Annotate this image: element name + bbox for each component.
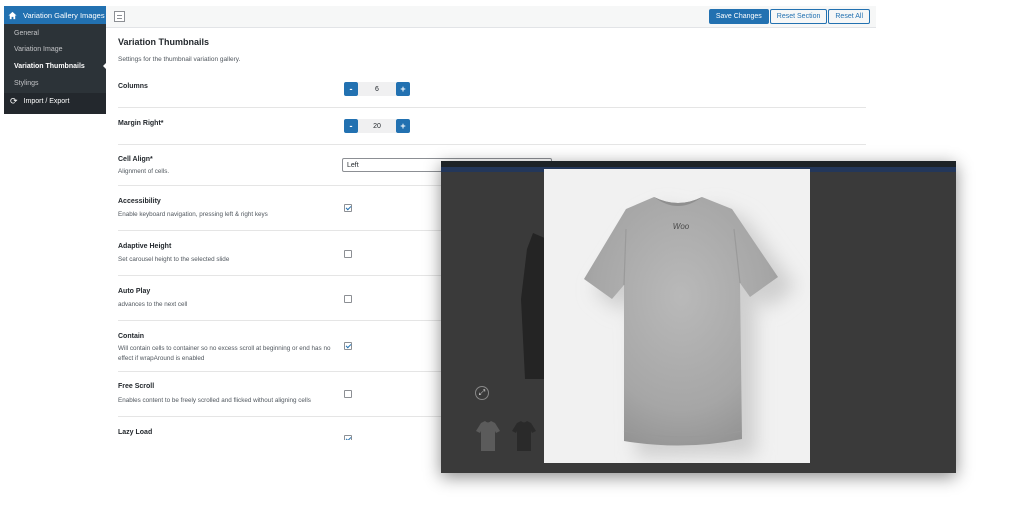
setting-label: Cell Align* (118, 156, 153, 163)
accessibility-checkbox[interactable] (344, 204, 352, 212)
setting-description: Enable keyboard navigation, pressing lef… (118, 211, 268, 218)
top-toolbar: Save Changes Reset Section Reset All (106, 6, 876, 28)
setting-label: Contain (118, 333, 145, 340)
setting-label: Margin Right* (118, 120, 164, 127)
page-title: Variation Thumbnails (118, 37, 210, 47)
gallery-preview-lightbox: ⤢ Woo (441, 161, 956, 473)
setting-label: Lazy Load (118, 429, 153, 436)
background-product-image (521, 233, 547, 379)
reset-section-button[interactable]: Reset Section (769, 9, 828, 24)
increment-button[interactable]: + (396, 82, 410, 96)
setting-description: Enables content to be freely scrolled an… (118, 397, 311, 404)
sidebar: Variation Gallery Images General Variati… (4, 6, 107, 440)
contain-checkbox[interactable] (344, 342, 352, 350)
expand-icon[interactable]: ⤢ (475, 386, 489, 400)
reset-all-button[interactable]: Reset All (828, 9, 870, 24)
sidebar-item-label: Variation Thumbnails (14, 62, 85, 70)
setting-label: Auto Play (118, 288, 151, 295)
tshirt-image: Woo (584, 197, 796, 457)
setting-description: Set carousel height to the selected slid… (118, 256, 230, 263)
refresh-icon: ⟳ (10, 96, 18, 107)
auto-play-checkbox[interactable] (344, 295, 352, 303)
setting-label: Adaptive Height (118, 243, 172, 250)
increment-button[interactable]: + (396, 119, 410, 133)
sidebar-item-general[interactable]: General (4, 25, 106, 42)
columns-value[interactable]: 6 (358, 82, 396, 96)
sidebar-item-label: General (14, 29, 39, 37)
page-description: Settings for the thumbnail variation gal… (118, 56, 241, 63)
adaptive-height-checkbox[interactable] (344, 250, 352, 258)
setting-description: Will contain cells to container so no ex… (118, 345, 331, 362)
setting-label: Columns (118, 83, 148, 90)
setting-label: Free Scroll (118, 383, 155, 390)
margin-right-stepper: - 20 + (344, 119, 410, 133)
sidebar-menu: Variation Gallery Images General Variati… (4, 6, 107, 114)
columns-stepper: - 6 + (344, 82, 410, 96)
toolbar-buttons: Save Changes Reset Section Reset All (708, 9, 870, 24)
margin-right-value[interactable]: 20 (358, 119, 396, 133)
setting-label: Accessibility (118, 198, 161, 205)
setting-description: Alignment of cells. (118, 168, 170, 175)
decrement-button[interactable]: - (344, 82, 358, 96)
home-icon (8, 11, 17, 19)
product-image[interactable]: Woo (544, 169, 810, 463)
gallery-thumbnails (475, 419, 537, 453)
shirt-logo: Woo (673, 222, 690, 231)
sidebar-item-import-export[interactable]: ⟳ Import / Export (4, 93, 106, 110)
setting-description: advances to the next cell (118, 301, 188, 308)
lazy-load-checkbox[interactable] (344, 435, 352, 440)
sidebar-header-label: Variation Gallery Images (23, 10, 105, 20)
sidebar-submenu: General Variation Image Variation Thumbn… (4, 24, 107, 94)
save-changes-button[interactable]: Save Changes (708, 9, 769, 24)
sidebar-item-label: Variation Image (14, 46, 63, 54)
sidebar-item-stylings[interactable]: Stylings (4, 75, 106, 92)
sidebar-item-variation-image[interactable]: Variation Image (4, 42, 106, 59)
setting-row-margin-right: Margin Right* - 20 + (118, 108, 866, 145)
decrement-button[interactable]: - (344, 119, 358, 133)
setting-row-columns: Columns - 6 + (118, 72, 866, 108)
thumbnail-item[interactable] (511, 419, 537, 453)
thumbnail-item[interactable] (475, 419, 501, 453)
sidebar-item-variation-thumbnails[interactable]: Variation Thumbnails (4, 58, 107, 75)
sidebar-header[interactable]: Variation Gallery Images (4, 6, 106, 24)
free-scroll-checkbox[interactable] (344, 390, 352, 398)
sidebar-item-label: Stylings (14, 79, 39, 87)
sidebar-item-label: Import / Export (23, 98, 70, 106)
menu-toggle-icon[interactable] (114, 11, 125, 22)
